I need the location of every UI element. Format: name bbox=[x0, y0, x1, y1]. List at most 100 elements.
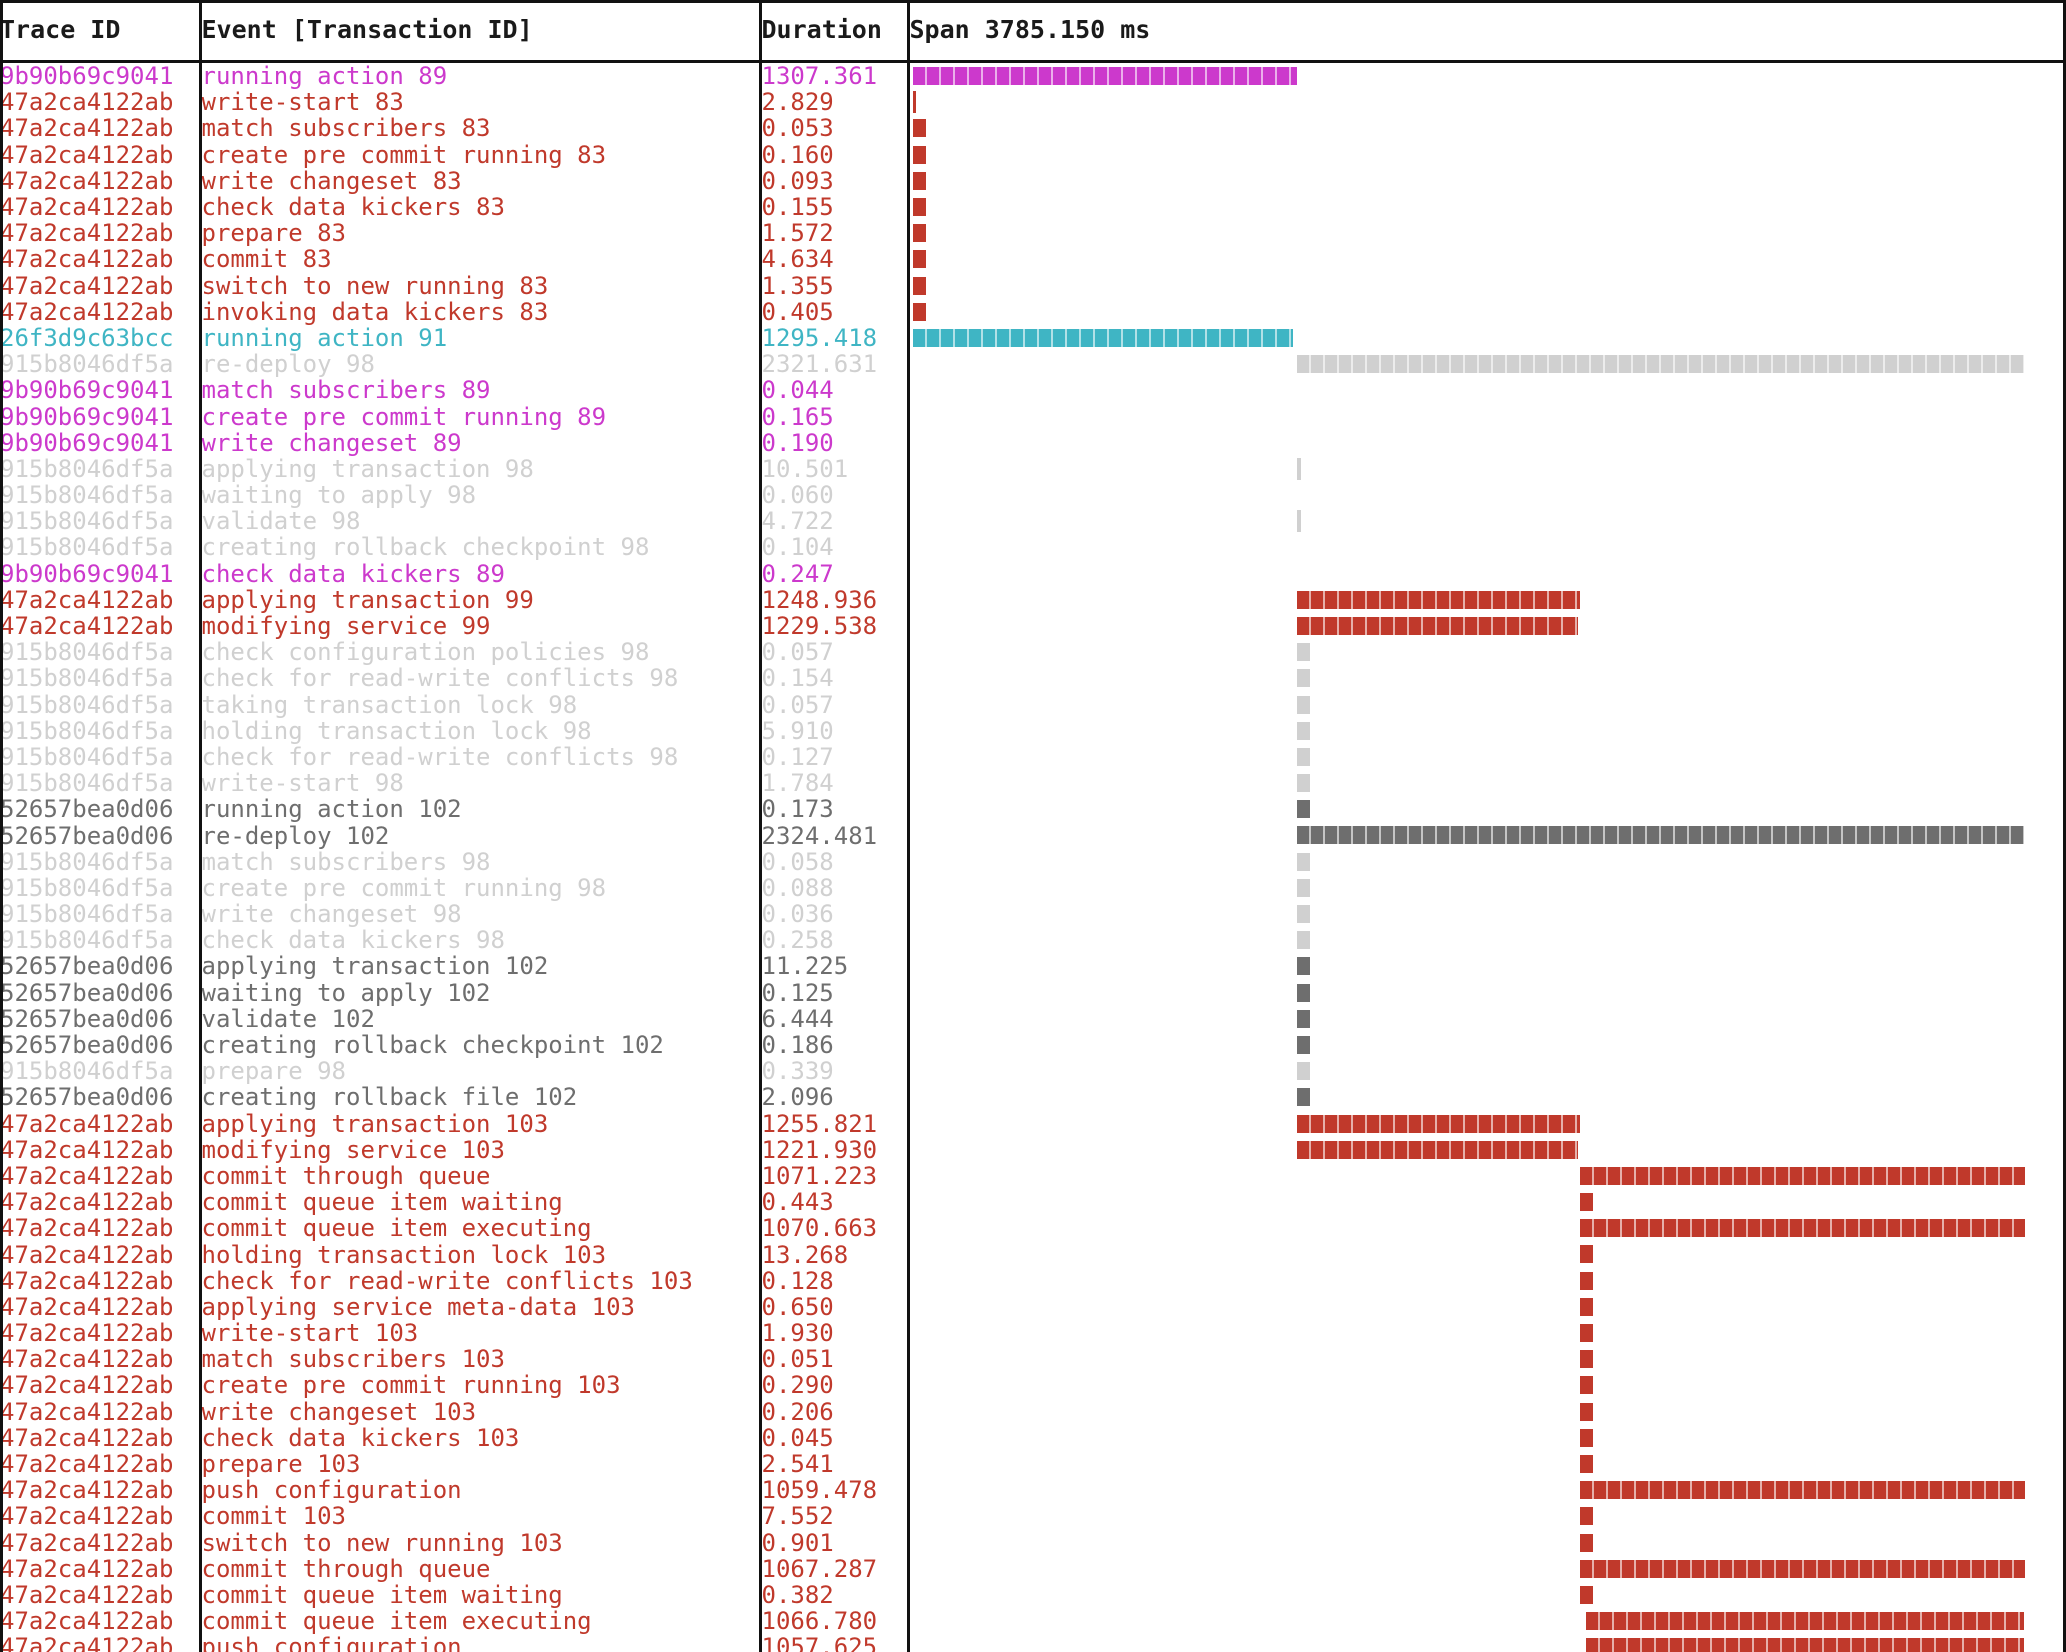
span-bar[interactable] bbox=[1580, 1350, 1593, 1369]
table-row[interactable]: 47a2ca4122ab check data kickers 103 0.045 bbox=[0, 1424, 2066, 1451]
table-row[interactable]: 915b8046df5a check data kickers 98 0.258 bbox=[0, 927, 2066, 954]
table-row[interactable]: 47a2ca4122ab check data kickers 83 0.155 bbox=[0, 193, 2066, 221]
table-row[interactable]: 915b8046df5a validate 98 4.722 bbox=[0, 508, 2066, 535]
column-header-trace-id[interactable]: Trace ID bbox=[0, 0, 202, 63]
table-row[interactable]: 47a2ca4122ab commit 103 7.552 bbox=[0, 1503, 2066, 1530]
span-bar[interactable] bbox=[912, 67, 1297, 85]
table-row[interactable]: 47a2ca4122ab invoking data kickers 83 0.40… bbox=[0, 298, 2066, 325]
table-row[interactable]: 47a2ca4122ab modifying service 103 1221.93… bbox=[0, 1136, 2066, 1163]
span-bar[interactable] bbox=[1296, 1062, 1310, 1081]
table-row[interactable]: 47a2ca4122ab prepare 83 1.572 bbox=[0, 220, 2066, 247]
table-row[interactable]: 47a2ca4122ab match subscribers 83 0.053 bbox=[0, 115, 2066, 142]
span-bar[interactable] bbox=[912, 276, 926, 295]
table-row[interactable]: 9b90b69c9041 running action 89 1307.361 bbox=[0, 61, 2066, 90]
table-row[interactable]: 9b90b69c9041 match subscribers 89 0.044 bbox=[0, 377, 2066, 404]
table-row[interactable]: 52657bea0d06 applying transaction 102 11.2… bbox=[0, 953, 2066, 980]
span-bar[interactable] bbox=[912, 91, 916, 114]
table-row[interactable]: 915b8046df5a check for read-write conflic… bbox=[0, 665, 2066, 692]
span-bar[interactable] bbox=[1580, 1585, 1593, 1604]
span-bar[interactable] bbox=[1296, 1088, 1310, 1107]
table-row[interactable]: 915b8046df5a waiting to apply 98 0.060 bbox=[0, 482, 2066, 509]
span-bar[interactable] bbox=[1296, 457, 1301, 480]
span-bar[interactable] bbox=[1296, 1140, 1578, 1159]
table-row[interactable]: 47a2ca4122ab commit through queue 1067.287 bbox=[0, 1555, 2066, 1582]
span-bar[interactable] bbox=[1296, 1009, 1310, 1028]
span-bar[interactable] bbox=[1296, 695, 1310, 714]
span-bar[interactable] bbox=[1580, 1193, 1593, 1212]
table-row[interactable]: 47a2ca4122ab commit 83 4.634 bbox=[0, 246, 2066, 273]
span-bar[interactable] bbox=[912, 119, 926, 138]
table-row[interactable]: 47a2ca4122ab push configuration 1059.478 bbox=[0, 1477, 2066, 1504]
span-bar[interactable] bbox=[912, 171, 926, 190]
table-row[interactable]: 47a2ca4122ab commit through queue 1071.223 bbox=[0, 1162, 2066, 1190]
table-row[interactable]: 52657bea0d06 validate 102 6.444 bbox=[0, 1005, 2066, 1032]
span-bar[interactable] bbox=[912, 302, 926, 321]
span-bar[interactable] bbox=[1296, 669, 1310, 688]
table-row[interactable]: 52657bea0d06 re-deploy 102 2324.481 bbox=[0, 822, 2066, 849]
span-bar[interactable] bbox=[912, 224, 926, 243]
table-row[interactable]: 47a2ca4122ab applying service meta-data 1… bbox=[0, 1293, 2066, 1320]
span-bar[interactable] bbox=[1580, 1428, 1593, 1447]
span-bar[interactable] bbox=[1296, 983, 1310, 1002]
table-row[interactable]: 915b8046df5a holding transaction lock 98 5… bbox=[0, 717, 2066, 744]
span-bar[interactable] bbox=[1580, 1533, 1593, 1552]
table-row[interactable]: 47a2ca4122ab write changeset 103 0.206 bbox=[0, 1398, 2066, 1425]
table-row[interactable]: 9b90b69c9041 write changeset 89 0.190 bbox=[0, 429, 2066, 456]
span-bar[interactable] bbox=[1580, 1297, 1593, 1316]
table-row[interactable]: 47a2ca4122ab match subscribers 103 0.051 bbox=[0, 1346, 2066, 1373]
table-row[interactable]: 47a2ca4122ab write changeset 83 0.093 bbox=[0, 167, 2066, 194]
table-row[interactable]: 47a2ca4122ab commit queue item executing 1… bbox=[0, 1215, 2066, 1242]
table-row[interactable]: 47a2ca4122ab create pre commit running 83… bbox=[0, 141, 2066, 168]
span-bar[interactable] bbox=[1296, 616, 1578, 635]
table-row[interactable]: 915b8046df5a creating rollback checkpoint… bbox=[0, 534, 2066, 561]
table-row[interactable]: 47a2ca4122ab switch to new running 83 1.35… bbox=[0, 272, 2066, 299]
table-row[interactable]: 52657bea0d06 waiting to apply 102 0.125 bbox=[0, 979, 2066, 1006]
span-bar[interactable] bbox=[1296, 878, 1310, 897]
span-bar[interactable] bbox=[1585, 1612, 2025, 1631]
span-bar[interactable] bbox=[912, 145, 926, 164]
table-row[interactable]: 47a2ca4122ab commit queue item executing 1… bbox=[0, 1608, 2066, 1635]
table-row[interactable]: 47a2ca4122ab commit queue item waiting 0.4… bbox=[0, 1189, 2066, 1216]
column-header-span[interactable]: Span 3785.150 ms bbox=[908, 0, 2066, 63]
span-bar[interactable] bbox=[1296, 931, 1310, 950]
span-bar[interactable] bbox=[1580, 1271, 1593, 1290]
span-bar[interactable] bbox=[1296, 852, 1310, 871]
table-row[interactable]: 47a2ca4122ab holding transaction lock 103… bbox=[0, 1241, 2066, 1268]
span-bar[interactable] bbox=[1296, 355, 2025, 374]
span-bar[interactable] bbox=[1296, 643, 1310, 662]
span-bar[interactable] bbox=[1580, 1245, 1593, 1264]
span-bar[interactable] bbox=[1296, 774, 1310, 793]
span-bar[interactable] bbox=[1580, 1507, 1593, 1526]
span-bar[interactable] bbox=[1580, 1402, 1593, 1421]
table-row[interactable]: 26f3d9c63bcc running action 91 1295.418 bbox=[0, 324, 2066, 352]
span-bar[interactable] bbox=[1580, 1559, 2025, 1578]
table-row[interactable]: 915b8046df5a applying transaction 98 10.50… bbox=[0, 455, 2066, 482]
table-row[interactable]: 915b8046df5a write-start 98 1.784 bbox=[0, 770, 2066, 797]
span-bar[interactable] bbox=[1296, 510, 1301, 533]
table-row[interactable]: 9b90b69c9041 create pre commit running 89… bbox=[0, 403, 2066, 430]
span-bar[interactable] bbox=[1296, 590, 1581, 609]
span-bar[interactable] bbox=[1296, 1114, 1581, 1133]
table-row[interactable]: 47a2ca4122ab check for read-write conflic… bbox=[0, 1267, 2066, 1294]
span-bar[interactable] bbox=[1580, 1219, 2025, 1238]
span-bar[interactable] bbox=[912, 197, 926, 216]
column-header-duration[interactable]: Duration bbox=[760, 0, 910, 63]
table-row[interactable]: 47a2ca4122ab write-start 103 1.930 bbox=[0, 1320, 2066, 1347]
table-row[interactable]: 47a2ca4122ab applying transaction 103 1255… bbox=[0, 1110, 2066, 1137]
span-bar[interactable] bbox=[1296, 957, 1310, 976]
table-row[interactable]: 52657bea0d06 running action 102 0.173 bbox=[0, 796, 2066, 823]
table-row[interactable]: 47a2ca4122ab applying transaction 99 1248.… bbox=[0, 586, 2066, 613]
span-bar[interactable] bbox=[1296, 826, 2025, 845]
table-row[interactable]: 47a2ca4122ab write-start 83 2.829 bbox=[0, 89, 2066, 116]
span-bar[interactable] bbox=[1585, 1638, 2025, 1652]
span-bar[interactable] bbox=[1296, 905, 1310, 923]
span-bar[interactable] bbox=[912, 250, 926, 269]
table-row[interactable]: 47a2ca4122ab switch to new running 103 0.9… bbox=[0, 1529, 2066, 1556]
table-row[interactable]: 47a2ca4122ab create pre commit running 10… bbox=[0, 1372, 2066, 1399]
table-row[interactable]: 915b8046df5a check configuration policies… bbox=[0, 639, 2066, 666]
span-bar[interactable] bbox=[1296, 721, 1310, 740]
table-row[interactable]: 47a2ca4122ab prepare 103 2.541 bbox=[0, 1450, 2066, 1478]
table-row[interactable]: 47a2ca4122ab push configuration 1057.625 bbox=[0, 1634, 2066, 1652]
table-row[interactable]: 915b8046df5a create pre commit running 98… bbox=[0, 874, 2066, 901]
table-row[interactable]: 915b8046df5a match subscribers 98 0.058 bbox=[0, 848, 2066, 875]
